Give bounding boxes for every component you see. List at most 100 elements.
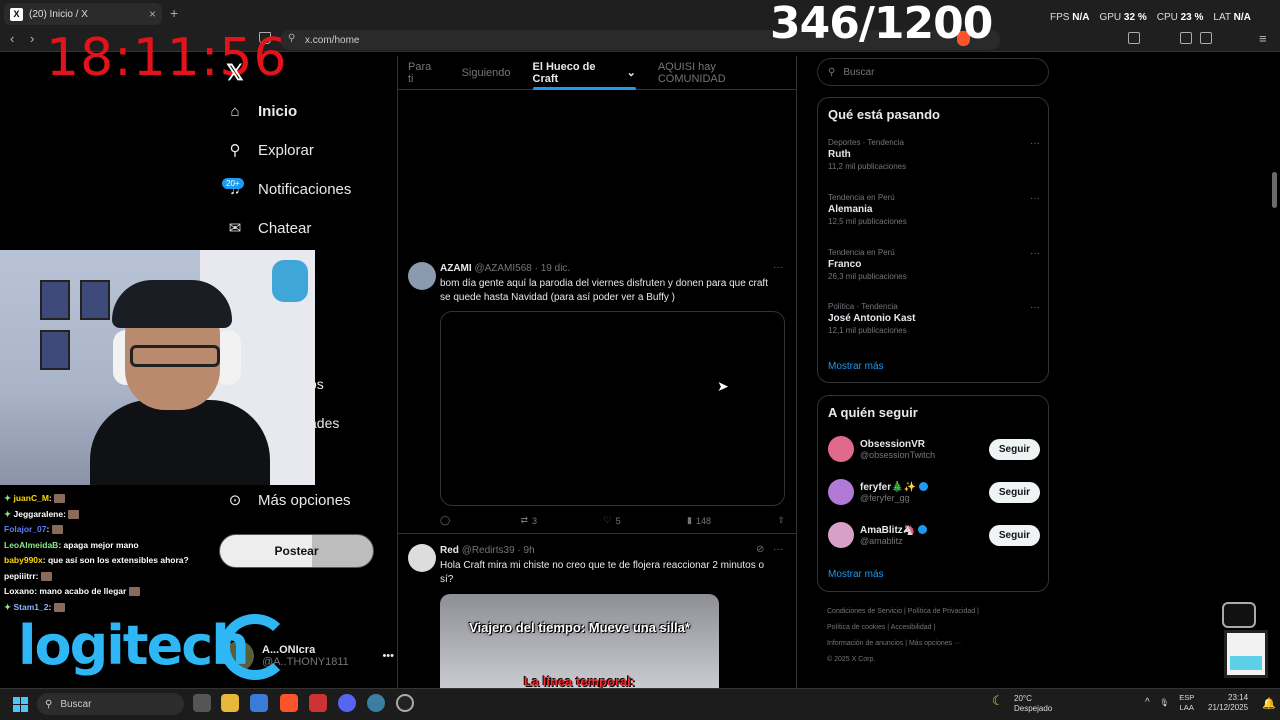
tab-para-ti[interactable]: Para ti <box>397 56 451 90</box>
show-more-link[interactable]: Mostrar más <box>828 569 884 580</box>
avatar[interactable] <box>828 522 854 548</box>
sidebar-item-inicio[interactable]: ⌂ Inicio <box>226 102 297 120</box>
footer-line[interactable]: Información de anuncios | Más opciones ·… <box>827 636 1037 652</box>
sidebar-item-explorar[interactable]: ⚲ Explorar <box>226 141 314 160</box>
site-info-icon[interactable]: ⚲ <box>288 33 295 44</box>
menu-icon[interactable]: ≡ <box>1259 31 1267 46</box>
obs-icon[interactable] <box>396 694 414 712</box>
sidebar-icon[interactable] <box>1180 32 1192 44</box>
scrollbar-thumb[interactable] <box>1272 172 1277 208</box>
sidebar-item-chatear[interactable]: ✉ Chatear <box>226 219 312 238</box>
store-icon[interactable] <box>250 694 268 712</box>
task-view-icon[interactable] <box>193 694 211 712</box>
chat-message: ✦ Stam1_2: <box>4 600 214 616</box>
windows-start-icon[interactable] <box>13 697 28 712</box>
show-more-link[interactable]: Mostrar más <box>828 361 884 372</box>
share-button[interactable]: ⇧ <box>777 515 785 526</box>
tweet-date[interactable]: · 9h <box>517 545 534 556</box>
notification-icon[interactable]: 🔔 <box>1262 697 1276 710</box>
tweet-handle[interactable]: @AZAMI568 <box>474 263 531 274</box>
app-icon[interactable] <box>309 694 327 712</box>
mic-icon[interactable]: 🎙 <box>1160 698 1170 708</box>
tweet-date[interactable]: · 19 dic. <box>535 263 571 274</box>
chat-text: : que así son los extensibles ahora? <box>42 555 189 565</box>
trend-item[interactable]: Tendencia en Perú Alemania 12,5 mil publ… <box>828 193 1040 226</box>
grok-icon[interactable]: ⊘ <box>756 544 764 555</box>
back-icon[interactable]: ‹ <box>10 31 14 46</box>
input-language[interactable]: ESP <box>1179 693 1194 703</box>
weather-widget[interactable]: ☾ 20°C Despejado <box>992 694 1052 714</box>
trend-more-icon[interactable]: ··· <box>1030 138 1040 149</box>
reply-button[interactable]: ◯ <box>440 515 454 526</box>
chevron-up-icon[interactable]: ^ <box>1145 698 1150 708</box>
input-layout[interactable]: LAA <box>1179 703 1194 713</box>
retweet-button[interactable]: ⇄ 3 <box>521 515 538 526</box>
new-tab-button[interactable]: + <box>170 5 178 21</box>
follow-suggestion[interactable]: feryfer🎄✨ @feryfer_gg Seguir <box>828 477 1040 507</box>
tab-close-icon[interactable]: × <box>149 7 156 21</box>
follow-button[interactable]: Seguir <box>988 438 1040 460</box>
system-tray[interactable]: ^ 🎙 ESP LAA <box>1145 693 1194 713</box>
trend-more-icon[interactable]: ··· <box>1030 302 1040 313</box>
profile-dots-icon[interactable]: ••• <box>382 650 394 662</box>
tab-comunidad[interactable]: AQUISI hay COMUNIDAD <box>647 56 797 90</box>
trend-topic: Franco <box>828 259 862 270</box>
chat-user: baby990x <box>4 555 43 565</box>
trend-item[interactable]: Tendencia en Perú Franco 26,3 mil public… <box>828 248 1040 281</box>
url-text: x.com/home <box>305 34 360 46</box>
file-explorer-icon[interactable] <box>221 694 239 712</box>
trend-more-icon[interactable]: ··· <box>1030 248 1040 259</box>
tab-siguiendo[interactable]: Siguiendo <box>451 56 522 90</box>
like-button[interactable]: ♡ 5 <box>603 515 620 526</box>
sidebar-item-label: Notificaciones <box>258 180 352 198</box>
chat-text: : <box>48 601 52 612</box>
taskbar-search[interactable]: ⚲ Buscar <box>37 693 184 715</box>
tweet-author[interactable]: AZAMI <box>440 263 472 274</box>
screenshot-icon[interactable] <box>1128 32 1140 44</box>
tweet-handle[interactable]: @Redirts39 <box>462 545 515 556</box>
browser-tab[interactable]: X (20) Inicio / X × <box>4 3 162 25</box>
chat-message: pepiiitrr: <box>4 569 214 585</box>
sidebar-item-more-options[interactable]: ⊙ Más opciones <box>226 491 351 510</box>
tab-label: El Hueco de Craft <box>532 60 596 85</box>
search-placeholder: Buscar <box>843 66 875 78</box>
trend-topic: Ruth <box>828 149 851 160</box>
page-scrollbar[interactable] <box>1270 56 1278 688</box>
follow-button[interactable]: Seguir <box>988 481 1040 503</box>
emote-icon <box>128 587 140 597</box>
tweet-video[interactable] <box>440 311 785 506</box>
follow-suggestion[interactable]: ObsessionVR @obsessionTwitch Seguir <box>828 434 1040 464</box>
tweet-more-icon[interactable]: ··· <box>773 262 783 273</box>
retweet-count: 3 <box>532 515 538 526</box>
follow-button[interactable]: Seguir <box>988 524 1040 546</box>
verified-icon <box>918 482 928 492</box>
brave-browser-icon[interactable] <box>280 694 298 712</box>
settings-icon[interactable] <box>367 694 385 712</box>
trend-item[interactable]: Deportes · Tendencia Ruth 11,2 mil publi… <box>828 138 1040 171</box>
trend-item[interactable]: Política · Tendencia José Antonio Kast 1… <box>828 302 1040 335</box>
wallet-icon[interactable] <box>1200 32 1212 44</box>
tab-hueco-de-craft[interactable]: El Hueco de Craft ⌄ <box>522 56 647 90</box>
discord-icon[interactable] <box>338 694 356 712</box>
forward-icon[interactable]: › <box>30 31 34 46</box>
tweet-more-icon[interactable]: ··· <box>773 544 783 555</box>
avatar[interactable] <box>408 544 436 572</box>
figure-toy <box>272 260 308 302</box>
pixel-character <box>1224 630 1268 678</box>
footer-line[interactable]: Condiciones de Servicio | Política de Pr… <box>827 604 1037 620</box>
taskbar-clock[interactable]: 23:14 21/12/2025 <box>1208 693 1248 713</box>
trend-more-icon[interactable]: ··· <box>1030 193 1040 204</box>
tweet-author[interactable]: Red <box>440 545 459 556</box>
search-input[interactable]: ⚲ Buscar <box>817 58 1049 86</box>
gpu-value: 32 % <box>1123 12 1147 23</box>
avatar[interactable] <box>828 479 854 505</box>
follow-suggestion[interactable]: AmaBlitz🦄 @amablitz Seguir <box>828 520 1040 550</box>
avatar[interactable] <box>828 436 854 462</box>
post-button[interactable]: Postear <box>219 534 374 568</box>
sidebar-item-notificaciones[interactable]: ♫ Notificaciones <box>226 180 351 198</box>
x-logo-icon[interactable]: 𝕏 <box>226 60 244 86</box>
footer-line[interactable]: Política de cookies | Accesibilidad | <box>827 620 1037 636</box>
views-button[interactable]: ▮ 148 <box>687 515 711 526</box>
avatar[interactable] <box>408 262 436 290</box>
tweet-image[interactable]: Viajero del tiempo: Mueve una silla* La … <box>440 594 719 688</box>
